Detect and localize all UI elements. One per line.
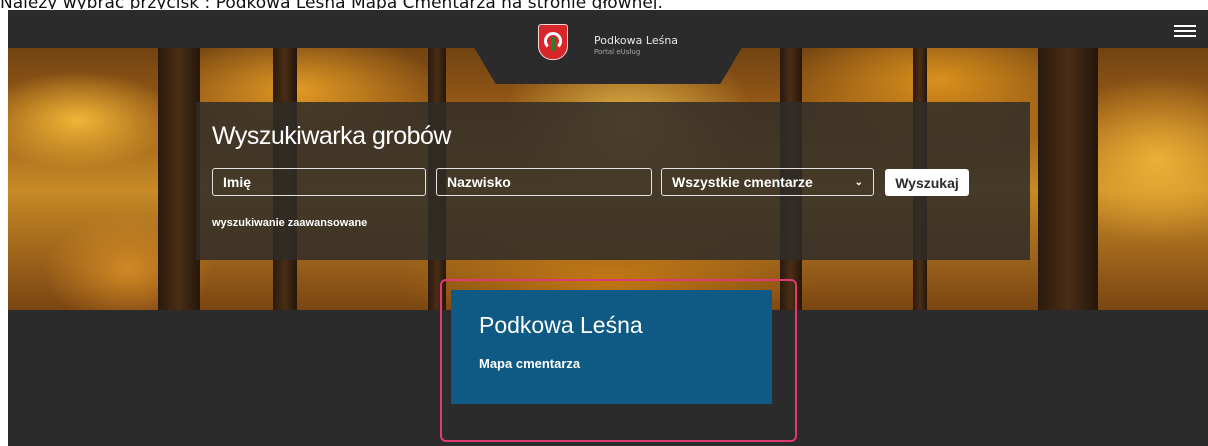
cemetery-map-link[interactable]: Mapa cmentarza bbox=[479, 356, 580, 371]
instruction-caption: Należy wybrać przycisk : Podkowa Leśna M… bbox=[0, 0, 1208, 9]
brand-subtitle: Portal eUsług bbox=[594, 48, 641, 56]
brand-name: Podkowa Leśna bbox=[594, 34, 679, 47]
cemetery-select-value: Wszystkie cmentarze bbox=[672, 174, 813, 190]
advanced-search-link[interactable]: wyszukiwanie zaawansowane bbox=[212, 217, 367, 229]
hamburger-menu-icon[interactable] bbox=[1174, 22, 1196, 40]
cemetery-select[interactable]: Wszystkie cmentarze ⌄ bbox=[661, 168, 874, 196]
cemetery-card-title: Podkowa Leśna bbox=[479, 312, 643, 338]
cemetery-card[interactable]: Podkowa Leśna Mapa cmentarza bbox=[451, 290, 772, 404]
first-name-input[interactable] bbox=[212, 168, 426, 196]
search-button[interactable]: Wyszukaj bbox=[885, 169, 969, 196]
header-notch bbox=[452, 10, 764, 84]
portal-page: Podkowa Leśna Portal eUsług Wyszukiwarka… bbox=[8, 10, 1208, 446]
last-name-input[interactable] bbox=[436, 168, 652, 196]
search-title: Wyszukiwarka grobów bbox=[212, 122, 451, 150]
grave-search-panel: Wyszukiwarka grobów Wszystkie cmentarze … bbox=[196, 102, 1030, 260]
chevron-down-icon: ⌄ bbox=[854, 176, 863, 188]
crest-icon[interactable] bbox=[538, 24, 568, 60]
